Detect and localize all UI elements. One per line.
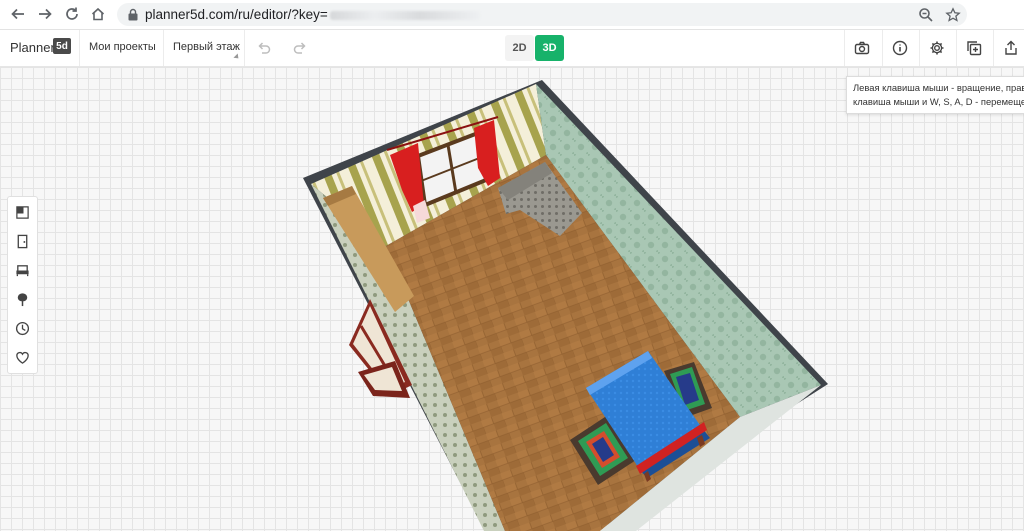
undo-icon[interactable] — [254, 38, 274, 58]
star-icon[interactable] — [945, 7, 961, 23]
floor-select[interactable]: Первый этаж — [173, 41, 240, 53]
tree-icon[interactable] — [12, 289, 32, 309]
share-icon[interactable] — [1001, 38, 1021, 58]
zoom-icon[interactable] — [918, 7, 934, 23]
3d-viewport[interactable]: Левая клавиша мыши - вращение, прав клав… — [0, 67, 1024, 531]
room-3d-model[interactable] — [0, 67, 1024, 531]
tooltip-line-2: клавиша мыши и W, S, A, D - перемеще — [853, 96, 1024, 107]
tooltip-line-1: Левая клавиша мыши - вращение, прав — [853, 82, 1024, 93]
lock-icon[interactable] — [127, 8, 139, 21]
home-icon[interactable] — [88, 4, 108, 24]
address-bar[interactable]: planner5d.com/ru/editor/?key= — [117, 3, 967, 26]
controls-tooltip: Левая клавиша мыши - вращение, прав клав… — [846, 76, 1024, 114]
catalog-tool-panel — [7, 196, 38, 374]
furniture-icon[interactable] — [12, 260, 32, 280]
settings-icon[interactable] — [927, 38, 947, 58]
chevron-down-icon — [233, 53, 241, 61]
logo-badge[interactable]: 5d — [53, 38, 71, 54]
doors-icon[interactable] — [12, 231, 32, 251]
back-arrow-icon[interactable] — [8, 4, 28, 24]
rooms-icon[interactable] — [12, 202, 32, 222]
url-text: planner5d.com/ru/editor/?key= — [145, 7, 480, 22]
logo-text[interactable]: Planner — [10, 40, 55, 55]
editor-toolbar: Planner 5d Мои проекты Первый этаж 2D 3D — [0, 30, 1024, 67]
copy-icon[interactable] — [964, 38, 984, 58]
reload-icon[interactable] — [62, 4, 82, 24]
mode-2d-button[interactable]: 2D — [505, 35, 534, 61]
info-icon[interactable] — [890, 38, 910, 58]
browser-bar: planner5d.com/ru/editor/?key= — [0, 0, 1024, 30]
mode-3d-button[interactable]: 3D — [535, 35, 564, 61]
redo-icon[interactable] — [290, 38, 310, 58]
my-projects-link[interactable]: Мои проекты — [89, 41, 156, 53]
history-icon[interactable] — [12, 318, 32, 338]
forward-arrow-icon[interactable] — [35, 4, 55, 24]
favorites-icon[interactable] — [12, 347, 32, 367]
camera-icon[interactable] — [852, 38, 872, 58]
